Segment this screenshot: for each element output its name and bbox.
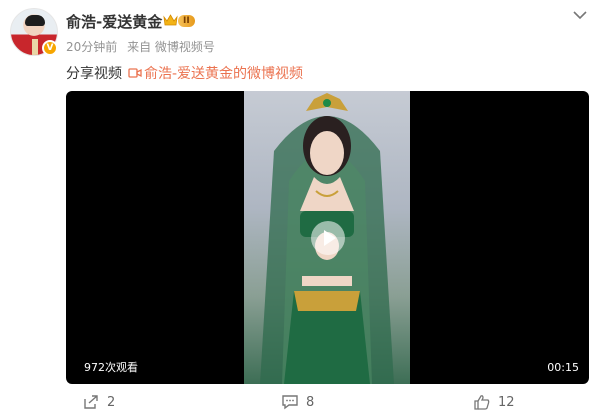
like-count: 12 bbox=[498, 394, 515, 410]
username[interactable]: 俞浩-爱送黄金 bbox=[66, 11, 162, 32]
play-icon[interactable] bbox=[311, 221, 345, 255]
video-link-icon bbox=[128, 68, 142, 78]
comment-icon bbox=[282, 395, 298, 410]
like-icon bbox=[474, 395, 490, 410]
comment-count: 8 bbox=[306, 394, 315, 410]
chevron-down-icon[interactable] bbox=[572, 9, 588, 21]
repost-count: 2 bbox=[107, 394, 116, 410]
post-source: 来自 微博视频号 bbox=[127, 40, 215, 54]
comment-button[interactable]: 8 bbox=[281, 394, 314, 410]
video-link[interactable]: 俞浩-爱送黄金的微博视频 bbox=[128, 63, 303, 83]
post-text: 分享视频 俞浩-爱送黄金的微博视频 bbox=[66, 63, 303, 83]
share-prefix: 分享视频 bbox=[66, 66, 122, 82]
post-time[interactable]: 20分钟前 bbox=[66, 40, 117, 54]
video-duration: 00:15 bbox=[547, 361, 579, 374]
video-link-label[interactable]: 俞浩-爱送黄金的微博视频 bbox=[144, 63, 303, 83]
view-count: 972次观看 bbox=[84, 361, 138, 374]
video-player[interactable]: 972次观看 00:15 bbox=[66, 91, 589, 384]
post-meta: 20分钟前 来自 微博视频号 bbox=[66, 38, 221, 55]
like-button[interactable]: 12 bbox=[473, 394, 515, 410]
avatar-hair bbox=[25, 15, 45, 26]
verified-badge: V bbox=[42, 40, 58, 56]
avatar-collar bbox=[32, 39, 38, 55]
action-bar: 2 8 12 bbox=[0, 394, 600, 414]
repost-icon bbox=[84, 395, 98, 409]
repost-button[interactable]: 2 bbox=[82, 394, 115, 410]
level-badge: II bbox=[178, 15, 195, 27]
crown-icon bbox=[163, 14, 178, 26]
